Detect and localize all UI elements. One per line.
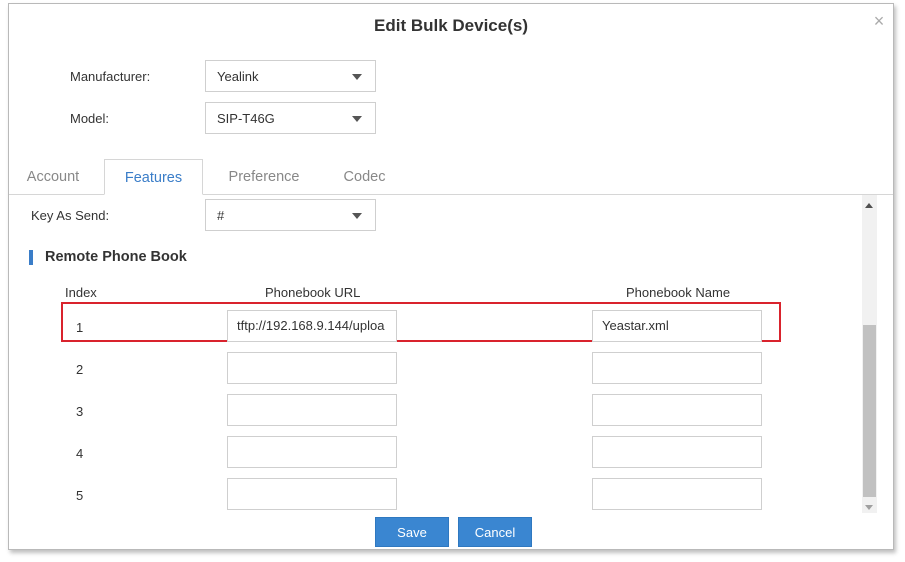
manufacturer-label: Manufacturer: [70, 69, 151, 84]
tab-bar: Account Features Preference Codec [9, 159, 893, 195]
cancel-button[interactable]: Cancel [458, 517, 532, 547]
phonebook-url-input[interactable] [227, 352, 397, 384]
row-index: 4 [76, 446, 84, 461]
chevron-down-icon [352, 116, 362, 122]
tab-account[interactable]: Account [9, 159, 97, 194]
phonebook-name-input[interactable] [592, 394, 762, 426]
tab-codec[interactable]: Codec [327, 159, 402, 194]
row-index: 3 [76, 404, 84, 419]
phonebook-name-input[interactable] [592, 436, 762, 468]
scroll-thumb[interactable] [863, 325, 876, 497]
scroll-down-arrow-icon[interactable] [865, 505, 873, 510]
manufacturer-value: Yealink [217, 69, 259, 84]
manufacturer-select[interactable]: Yealink [205, 60, 376, 92]
remote-phone-book-title: Remote Phone Book [29, 250, 187, 265]
edit-bulk-devices-dialog: Edit Bulk Device(s) × Manufacturer: Yeal… [8, 3, 894, 550]
phonebook-name-column-header: Phonebook Name [626, 285, 731, 300]
phonebook-url-input[interactable] [227, 478, 397, 510]
phonebook-name-input[interactable] [592, 352, 762, 384]
save-button[interactable]: Save [375, 517, 449, 547]
features-panel: Key As Send: # Remote Phone Book Index P… [9, 195, 893, 515]
model-label: Model: [70, 111, 110, 126]
chevron-down-icon [352, 213, 362, 219]
row-index: 5 [76, 488, 84, 503]
phonebook-name-input[interactable] [592, 478, 762, 510]
phonebook-url-input[interactable] [227, 394, 397, 426]
close-icon[interactable]: × [871, 12, 887, 30]
key-as-send-value: # [217, 208, 225, 223]
phonebook-url-input[interactable] [227, 436, 397, 468]
vertical-scrollbar[interactable] [862, 195, 877, 513]
row-index: 2 [76, 362, 84, 377]
phonebook-url-column-header: Phonebook URL [265, 285, 361, 300]
key-as-send-label: Key As Send: [31, 208, 110, 223]
dialog-title: Edit Bulk Device(s) [374, 16, 528, 35]
model-value: SIP-T46G [217, 111, 275, 126]
scroll-up-arrow-icon[interactable] [865, 203, 873, 208]
row-index: 1 [76, 320, 84, 335]
phonebook-name-input[interactable]: Yeastar.xml [592, 310, 762, 342]
tab-preference[interactable]: Preference [209, 159, 319, 194]
model-select[interactable]: SIP-T46G [205, 102, 376, 134]
key-as-send-select[interactable]: # [205, 199, 376, 231]
phonebook-url-input[interactable]: tftp://192.168.9.144/uploa [227, 310, 397, 342]
tab-features[interactable]: Features [104, 159, 203, 195]
chevron-down-icon [352, 74, 362, 80]
index-column-header: Index [65, 285, 97, 300]
